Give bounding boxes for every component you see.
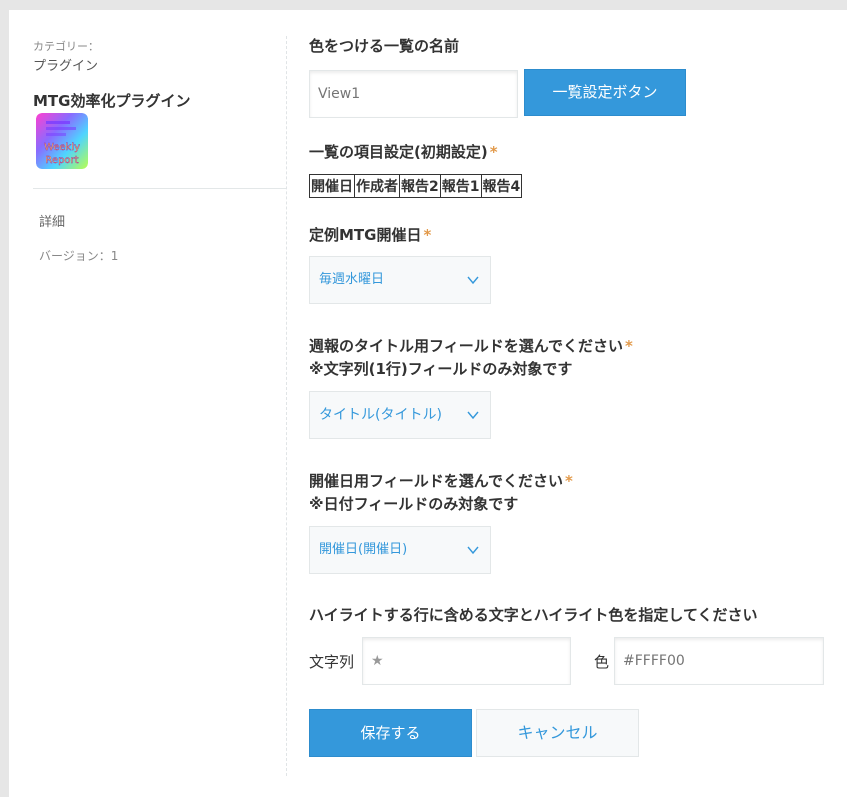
highlight-text-input[interactable]: ★ xyxy=(362,637,571,685)
highlight-label: ハイライトする行に含める文字とハイライト色を指定してください xyxy=(309,606,758,624)
required-mark: * xyxy=(423,226,432,244)
sidebar: カテゴリー： プラグイン MTG効率化プラグイン Weekly Report 詳… xyxy=(9,10,287,797)
column-divider xyxy=(286,36,287,776)
color-label: 色 xyxy=(594,653,610,671)
required-mark: * xyxy=(489,143,498,161)
column-cell: 開催日 xyxy=(309,174,355,198)
meeting-day-label: 定例MTG開催日 * xyxy=(309,224,431,247)
save-button[interactable]: 保存する xyxy=(309,709,472,757)
date-field-note: ※日付フィールドのみ対象です xyxy=(309,495,519,513)
date-field-label-text: 開催日用フィールドを選んでください xyxy=(309,472,563,490)
view-name-input[interactable] xyxy=(309,70,518,118)
category-label: カテゴリー： xyxy=(33,40,99,53)
column-cell: 報告1 xyxy=(439,174,482,198)
detail-link[interactable]: 詳細 xyxy=(39,211,65,230)
view-name-label: 色をつける一覧の名前 xyxy=(309,37,460,55)
text-string-label: 文字列 xyxy=(309,653,355,671)
columns-label: 一覧の項目設定(初期設定) * xyxy=(309,141,498,164)
icon-text-report: Report xyxy=(45,155,78,166)
columns-table: 開催日 作成者 報告2 報告1 報告4 xyxy=(309,174,523,198)
plugin-settings-panel: カテゴリー： プラグイン MTG効率化プラグイン Weekly Report 詳… xyxy=(9,10,847,797)
meeting-day-label-text: 定例MTG開催日 xyxy=(309,226,422,244)
column-cell: 報告2 xyxy=(399,174,441,198)
date-field-value: 開催日(開催日) xyxy=(319,542,408,557)
title-field-label-text: 週報のタイトル用フィールドを選んでください xyxy=(309,337,623,355)
chevron-down-icon xyxy=(467,546,479,555)
columns-label-text: 一覧の項目設定(初期設定) xyxy=(309,143,488,161)
title-field-note: ※文字列(1行)フィールドのみ対象です xyxy=(309,360,573,378)
category-value: プラグイン xyxy=(33,59,99,74)
list-settings-button[interactable]: 一覧設定ボタン xyxy=(524,69,686,116)
icon-text-weekly: Weekly xyxy=(44,142,80,153)
title-field-select[interactable]: タイトル(タイトル) xyxy=(309,391,491,439)
column-cell: 報告4 xyxy=(480,174,523,198)
title-field-label: 週報のタイトル用フィールドを選んでください * xyxy=(309,335,633,358)
required-mark: * xyxy=(564,472,573,490)
meeting-day-select[interactable]: 毎週水曜日 xyxy=(309,256,491,304)
date-field-label: 開催日用フィールドを選んでください * xyxy=(309,470,573,493)
required-mark: * xyxy=(624,337,633,355)
title-field-value: タイトル(タイトル) xyxy=(319,407,442,423)
settings-form: 色をつける一覧の名前 一覧設定ボタン 一覧の項目設定(初期設定)* 開催日 作成… xyxy=(309,10,839,797)
plugin-name: MTG効率化プラグイン xyxy=(33,92,191,110)
chevron-down-icon xyxy=(467,276,479,285)
date-field-select[interactable]: 開催日(開催日) xyxy=(309,526,491,574)
version-label: バージョン：1 xyxy=(39,249,119,263)
weekly-report-icon: Weekly Report xyxy=(36,113,88,169)
column-cell: 作成者 xyxy=(354,174,400,198)
cancel-button[interactable]: キャンセル xyxy=(476,709,639,757)
highlight-color-input[interactable] xyxy=(614,637,824,685)
highlight-text-value: ★ xyxy=(371,653,384,669)
sidebar-divider xyxy=(33,188,287,189)
meeting-day-value: 毎週水曜日 xyxy=(319,272,385,287)
chevron-down-icon xyxy=(467,411,479,420)
